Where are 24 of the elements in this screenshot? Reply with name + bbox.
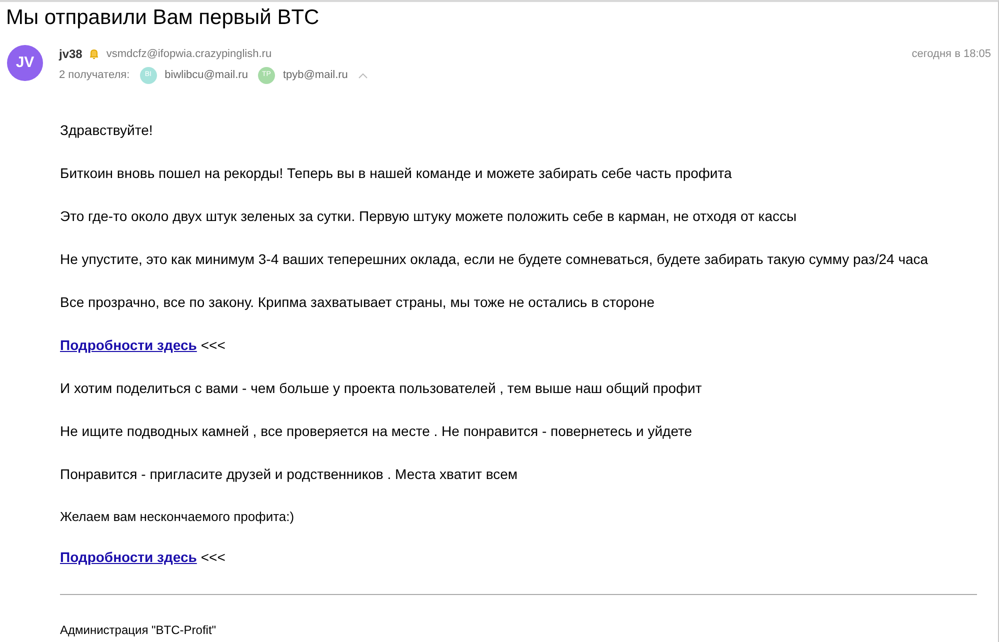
paragraph: Не упустите, это как минимум 3-4 ваших теперешних оклада, если не будете сомневаться, будете забирать такую сумму раз/24 часа	[60, 250, 930, 269]
sender-email: vsmdcfz@ifopwia.crazypinglish.ru	[106, 46, 272, 62]
paragraph: Желаем вам нескончаемого профита:)	[60, 508, 296, 526]
paragraph: Все прозрачно, все по закону. Крипма захватывает страны, мы тоже не остались в стороне	[60, 293, 656, 312]
bell-icon	[88, 48, 100, 60]
paragraph: Понравится - пригласите друзей и родственников . Места хватит всем	[60, 465, 519, 484]
collapse-icon[interactable]	[358, 72, 368, 78]
sender-name: jv38	[59, 46, 82, 63]
email-date: сегодня в 18:05	[912, 46, 991, 62]
recipient-email: biwlibcu@mail.ru	[164, 68, 248, 84]
recipient-email: tpyb@mail.ru	[282, 68, 348, 84]
recipients-label: 2 получателя:	[59, 68, 130, 84]
details-link[interactable]: Подробности здесь	[60, 547, 197, 590]
paragraph: Это где-то около двух штук зеленых за сутки. Первую штуку можете положить себе в карман, не отходя от кассы	[60, 207, 798, 226]
sender-avatar: JV	[7, 45, 43, 81]
arrows-text: <<<	[200, 548, 226, 567]
signature: Администрация "BTC-Profit"	[60, 623, 218, 637]
email-subject: Мы отправили Вам первый BTC	[5, 5, 320, 31]
paragraph: Биткоин вновь пошел на рекорды! Теперь вы в нашей команде и можете забирать себе часть профита	[60, 164, 733, 183]
details-link[interactable]: Подробности здесь	[60, 335, 197, 378]
paragraph: И хотим поделиться с вами - чем больше у проекта пользователей , тем выше наш общий профит	[60, 379, 703, 398]
arrows-text: <<<	[200, 336, 226, 355]
paragraph: Здравствуйте!	[60, 121, 154, 140]
paragraph: Не ищите подводных камней , все проверяется на месте . Не понравится - повернетесь и уйдете	[60, 422, 694, 441]
